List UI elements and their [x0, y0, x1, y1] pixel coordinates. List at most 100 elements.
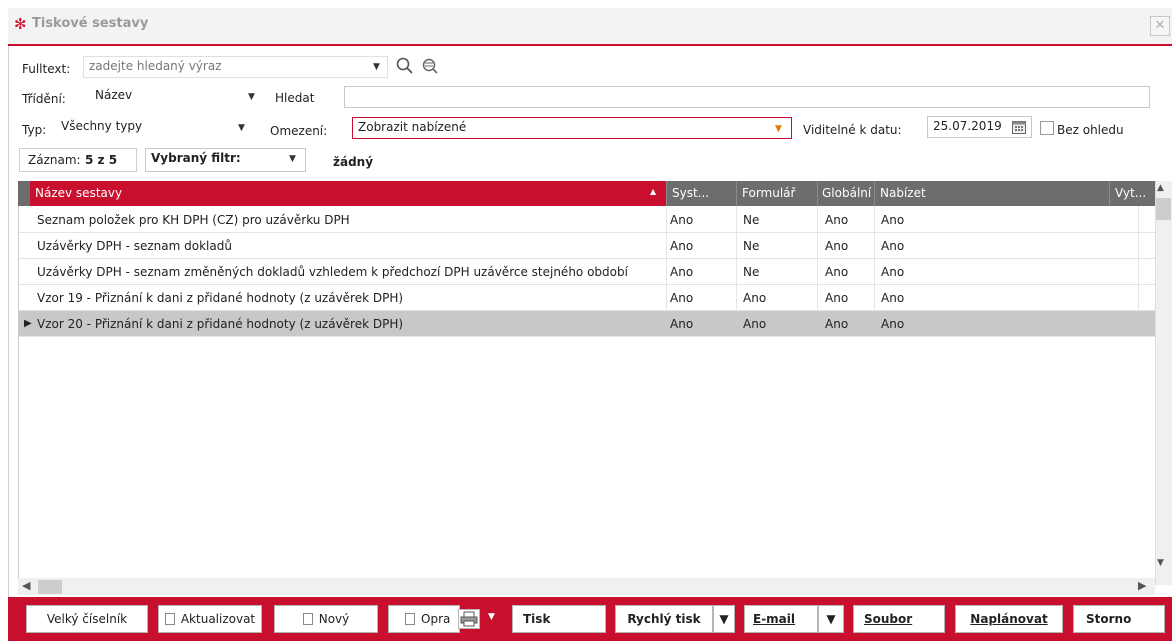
printer-icon[interactable] [458, 609, 480, 629]
cell-name: Uzávěrky DPH - seznam změněných dokladů … [37, 265, 628, 279]
edit-label: Opra [421, 612, 451, 626]
schedule-button[interactable]: Naplánovat [955, 605, 1063, 633]
record-value: 5 z 5 [85, 153, 118, 167]
cancel-button[interactable]: Storno [1073, 605, 1165, 633]
cell-system: Ano [670, 239, 694, 253]
scroll-down-icon[interactable]: ▼ [1157, 558, 1164, 568]
cell-global: Ano [825, 265, 849, 279]
vertical-scroll-thumb[interactable] [1156, 198, 1171, 220]
restrict-label: Omezení: [270, 124, 328, 138]
scroll-up-icon[interactable]: ▲ [1157, 183, 1164, 193]
new-label: Nový [318, 612, 350, 626]
email-label: E-mail [753, 612, 796, 626]
visible-date-value: 25.07.2019 [933, 119, 1002, 133]
sort-label: Třídění: [22, 92, 66, 106]
edit-button[interactable]: Opra [388, 605, 460, 633]
column-header-form[interactable]: Formulář [736, 181, 817, 206]
file-button[interactable]: Soubor [853, 605, 945, 633]
cell-system: Ano [670, 291, 694, 305]
restrict-select[interactable]: Zobrazit nabízené [352, 117, 792, 139]
selected-filter-dropdown-icon[interactable]: ▼ [289, 154, 296, 164]
search-input[interactable] [344, 86, 1150, 108]
title-bar [8, 8, 1172, 46]
cell-offer: Ano [881, 317, 905, 331]
table-row-selected[interactable]: ▶ Vzor 20 - Přiznání k dani z přidané ho… [19, 311, 1155, 337]
cell-form: Ne [743, 213, 760, 227]
sort-asc-icon: ▲ [650, 187, 657, 196]
type-label: Typ: [22, 123, 47, 137]
ignore-date-label: Bez ohledu [1057, 123, 1124, 137]
horizontal-scrollbar[interactable] [18, 578, 1155, 595]
email-dropdown-icon[interactable]: ▼ [818, 605, 844, 633]
cell-form: Ano [743, 317, 767, 331]
record-label: Záznam: [28, 153, 81, 167]
table-row[interactable]: Uzávěrky DPH - seznam změněných dokladů … [19, 259, 1155, 285]
cell-form: Ne [743, 239, 760, 253]
sort-dropdown-icon[interactable]: ▼ [248, 92, 255, 102]
cell-offer: Ano [881, 291, 905, 305]
cell-name: Vzor 19 - Přiznání k dani z přidané hodn… [37, 291, 404, 305]
print-options-dropdown-icon[interactable]: ▼ [488, 612, 495, 622]
horizontal-scroll-thumb[interactable] [38, 580, 62, 594]
table-row[interactable]: Uzávěrky DPH - seznam dokladů Ano Ne Ano… [19, 233, 1155, 259]
new-document-icon [302, 613, 313, 625]
column-header-global[interactable]: Globální [817, 181, 874, 206]
fulltext-input[interactable]: zadejte hledaný výraz [83, 56, 388, 78]
vertical-scrollbar[interactable] [1155, 181, 1172, 585]
cell-offer: Ano [881, 213, 905, 227]
schedule-label: Naplánovat [970, 612, 1048, 626]
column-header-created[interactable]: Vyt... [1109, 181, 1155, 206]
sort-select[interactable]: Název [90, 86, 264, 108]
close-button[interactable]: ✕ [1150, 16, 1170, 36]
cell-name: Seznam položek pro KH DPH (CZ) pro uzávě… [37, 213, 350, 227]
sort-value: Název [95, 88, 133, 102]
quick-print-button[interactable]: Rychlý tisk [615, 605, 713, 633]
fulltext-dropdown-icon[interactable]: ▼ [373, 62, 380, 72]
cell-system: Ano [670, 265, 694, 279]
big-list-button[interactable]: Velký číselník [26, 605, 148, 633]
selected-filter-select[interactable]: Vybraný filtr: [145, 148, 306, 172]
column-header-name[interactable]: Název sestavy [30, 181, 666, 206]
new-button[interactable]: Nový [274, 605, 378, 633]
cell-global: Ano [825, 213, 849, 227]
type-select[interactable]: Všechny typy [56, 117, 256, 139]
file-label: Soubor [864, 612, 913, 626]
edit-icon [405, 613, 415, 625]
visible-date-label: Viditelné k datu: [803, 123, 902, 137]
restrict-dropdown-icon[interactable]: ▼ [775, 124, 782, 134]
column-header-offer[interactable]: Nabízet [874, 181, 1109, 206]
refresh-icon [164, 613, 175, 625]
cell-form: Ano [743, 291, 767, 305]
type-dropdown-icon[interactable]: ▼ [238, 123, 245, 133]
cell-name: Vzor 20 - Přiznání k dani z přidané hodn… [37, 317, 404, 331]
cell-form: Ne [743, 265, 760, 279]
search-icon[interactable] [396, 56, 414, 76]
cell-global: Ano [825, 291, 849, 305]
cell-system: Ano [670, 317, 694, 331]
calendar-icon[interactable] [1011, 119, 1027, 135]
cell-offer: Ano [881, 239, 905, 253]
quick-print-dropdown-icon[interactable]: ▼ [713, 605, 735, 633]
table-row[interactable]: Seznam položek pro KH DPH (CZ) pro uzávě… [19, 207, 1155, 233]
column-header-system[interactable]: Syst... [666, 181, 736, 206]
cell-name: Uzávěrky DPH - seznam dokladů [37, 239, 232, 253]
scroll-left-icon[interactable]: ◀ [22, 579, 30, 592]
table-row[interactable]: Vzor 19 - Přiznání k dani z přidané hodn… [19, 285, 1155, 311]
selected-filter-label: Vybraný filtr: [151, 151, 241, 165]
cell-global: Ano [825, 317, 849, 331]
advanced-search-icon[interactable] [421, 57, 443, 75]
fulltext-placeholder: zadejte hledaný výraz [89, 59, 222, 73]
window-title: Tiskové sestavy [32, 16, 149, 31]
refresh-label: Aktualizovat [180, 612, 256, 626]
refresh-button[interactable]: Aktualizovat [158, 605, 262, 633]
print-button[interactable]: Tisk [512, 605, 606, 633]
restrict-value: Zobrazit nabízené [358, 120, 467, 134]
row-pointer-icon: ▶ [24, 318, 32, 329]
scroll-right-icon[interactable]: ▶ [1138, 579, 1146, 592]
ignore-date-checkbox[interactable] [1040, 121, 1054, 135]
type-value: Všechny typy [61, 119, 143, 133]
fulltext-label: Fulltext: [22, 62, 71, 76]
email-button[interactable]: E-mail [744, 605, 818, 633]
cell-global: Ano [825, 239, 849, 253]
cell-system: Ano [670, 213, 694, 227]
